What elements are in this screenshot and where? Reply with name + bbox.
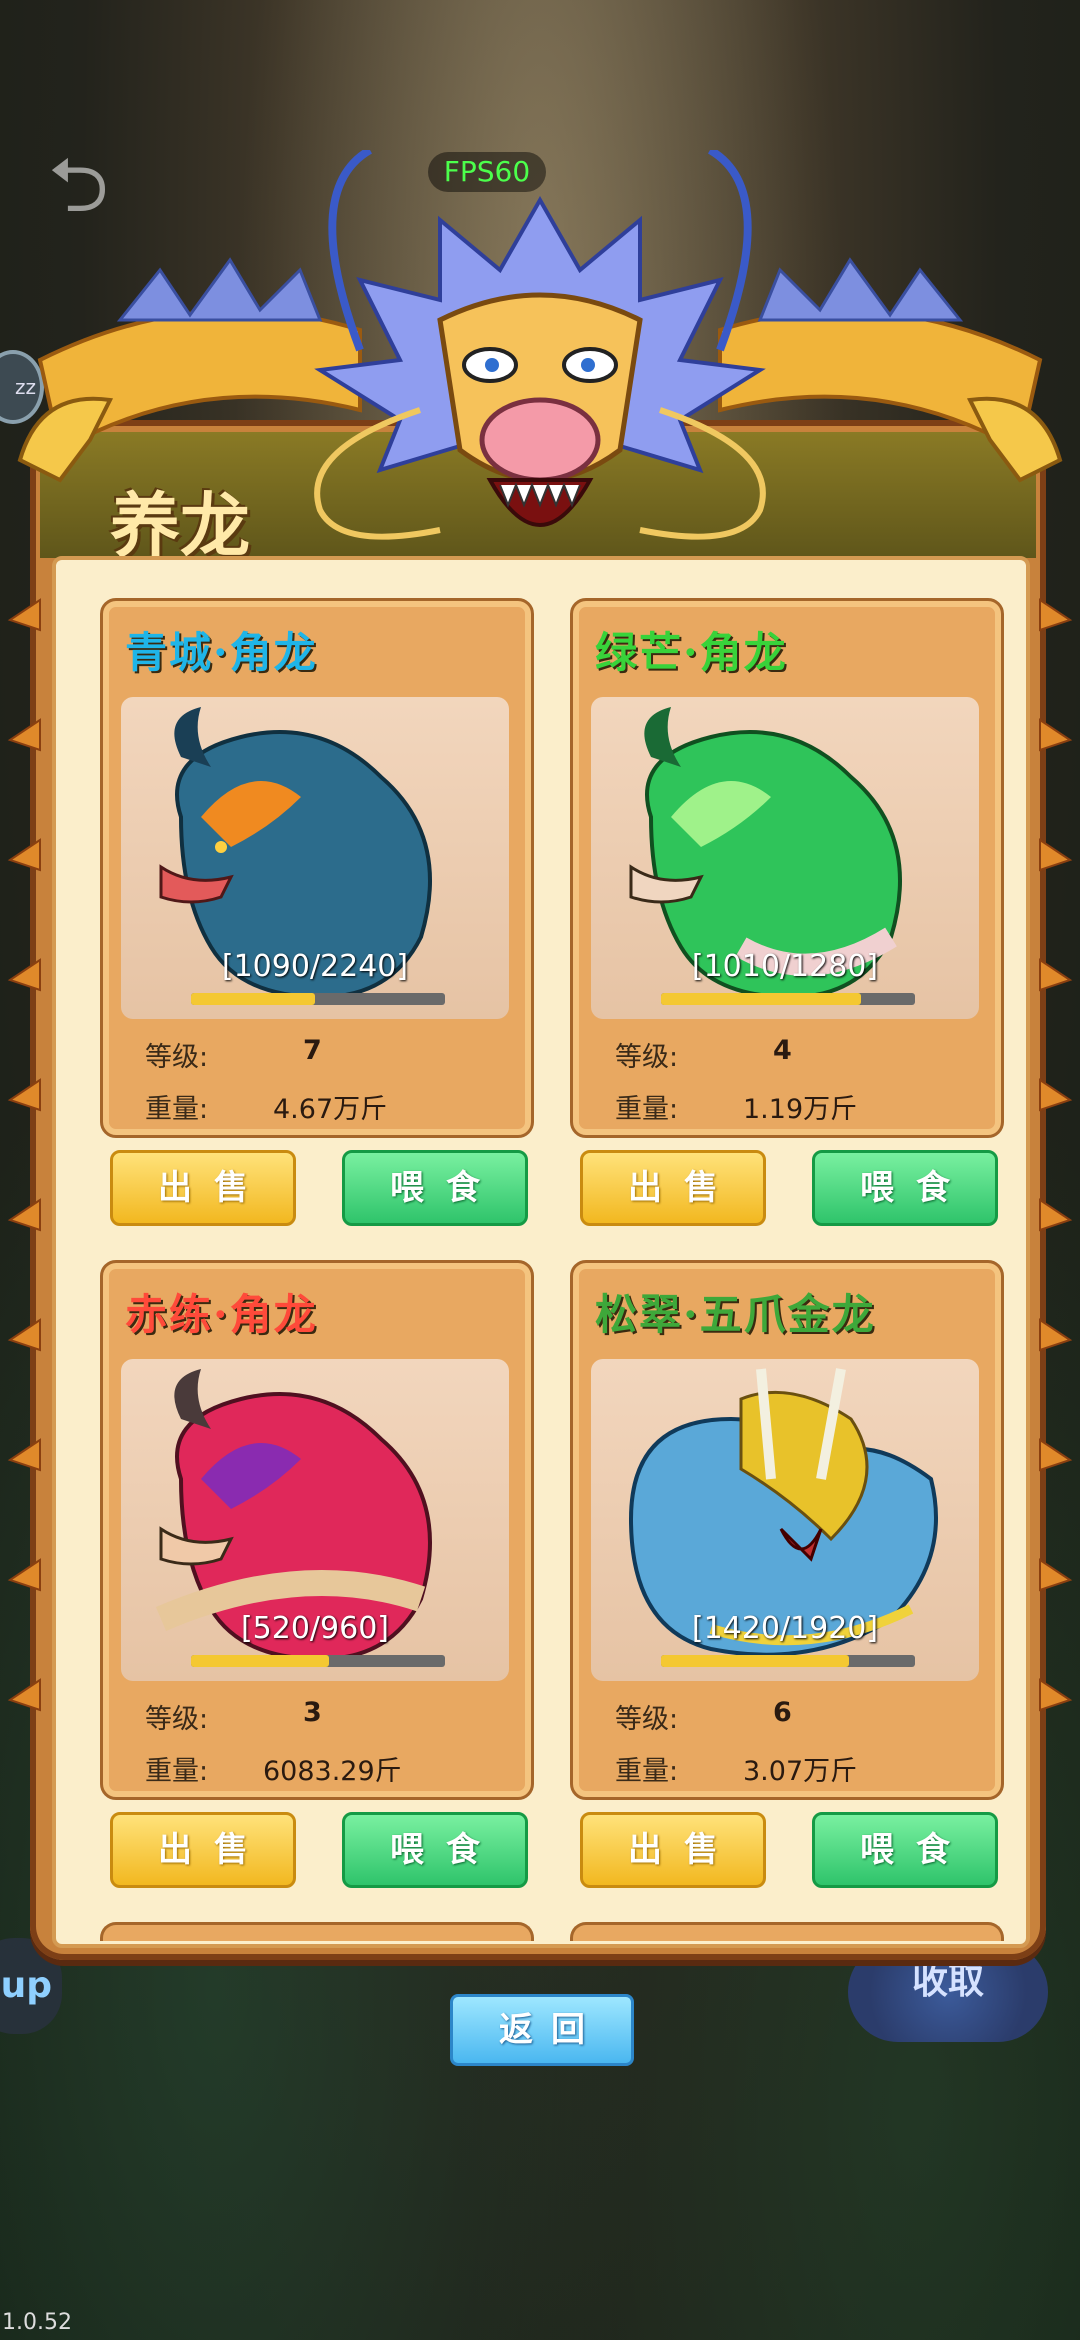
level-label: 等级:	[145, 1042, 209, 1073]
level-value: 4	[773, 1035, 792, 1066]
xp-bar	[191, 1655, 445, 1667]
level-value: 7	[303, 1035, 322, 1066]
weight-label: 重量:	[145, 1094, 209, 1125]
feed-button[interactable]: 喂食	[812, 1812, 998, 1888]
dragon-card[interactable]: 青城·角龙 [1090/2240] 等级: 7 重量: 4.67万斤	[100, 598, 534, 1138]
left-frame-spikes	[7, 598, 41, 1712]
xp-label: [1010/1280]	[691, 949, 879, 984]
level-label: 等级:	[615, 1042, 679, 1073]
sell-button[interactable]: 出售	[110, 1150, 296, 1226]
dragon-portrait: [1090/2240]	[121, 697, 509, 1019]
version-label: 1.0.52	[2, 2310, 72, 2335]
level-value: 3	[303, 1697, 322, 1728]
dragon-card[interactable]: 松翠·五爪金龙 [1420/1920] 等级: 6 重量: 3.07万斤	[570, 1260, 1004, 1800]
dragon-name: 绿芒·角龙	[595, 628, 788, 677]
dragon-card[interactable]: 绿芒·角龙 [1010/1280] 等级: 4 重量: 1.19万斤	[570, 598, 1004, 1138]
xp-fill	[191, 993, 315, 1005]
dragon-head-ornament	[17, 150, 1063, 540]
next-card-peek	[100, 1922, 534, 1941]
xp-bar	[661, 993, 915, 1005]
level-value: 6	[773, 1697, 792, 1728]
xp-fill	[661, 1655, 849, 1667]
dragon-name: 松翠·五爪金龙	[595, 1290, 876, 1339]
feed-button[interactable]: 喂食	[342, 1812, 528, 1888]
feed-button[interactable]: 喂食	[812, 1150, 998, 1226]
weight-label: 重量:	[615, 1094, 679, 1125]
xp-label: [520/960]	[240, 1611, 390, 1646]
xp-label: [1420/1920]	[691, 1611, 879, 1646]
dragon-name: 青城·角龙	[125, 628, 318, 677]
weight-value: 1.19万斤	[743, 1094, 858, 1125]
weight-value: 4.67万斤	[273, 1094, 388, 1125]
right-frame-spikes	[1039, 598, 1073, 1712]
weight-label: 重量:	[145, 1756, 209, 1787]
level-label: 等级:	[615, 1704, 679, 1735]
xp-bar	[661, 1655, 915, 1667]
level-label: 等级:	[145, 1704, 209, 1735]
feed-button[interactable]: 喂食	[342, 1150, 528, 1226]
dragon-portrait: [1420/1920]	[591, 1359, 979, 1681]
xp-label: [1090/2240]	[221, 949, 409, 984]
sell-button[interactable]: 出售	[580, 1150, 766, 1226]
sell-button[interactable]: 出售	[110, 1812, 296, 1888]
dragon-portrait: [520/960]	[121, 1359, 509, 1681]
return-button[interactable]: 返回	[450, 1994, 634, 2066]
sell-button[interactable]: 出售	[580, 1812, 766, 1888]
xp-bar	[191, 993, 445, 1005]
xp-fill	[661, 993, 862, 1005]
xp-fill	[191, 1655, 329, 1667]
next-card-peek	[570, 1922, 1004, 1941]
weight-value: 6083.29斤	[263, 1756, 402, 1787]
weight-value: 3.07万斤	[743, 1756, 858, 1787]
weight-label: 重量:	[615, 1756, 679, 1787]
dragon-card[interactable]: 赤练·角龙 [520/960] 等级: 3 重量: 6083.29斤	[100, 1260, 534, 1800]
dragon-portrait: [1010/1280]	[591, 697, 979, 1019]
dragon-name: 赤练·角龙	[125, 1290, 318, 1339]
